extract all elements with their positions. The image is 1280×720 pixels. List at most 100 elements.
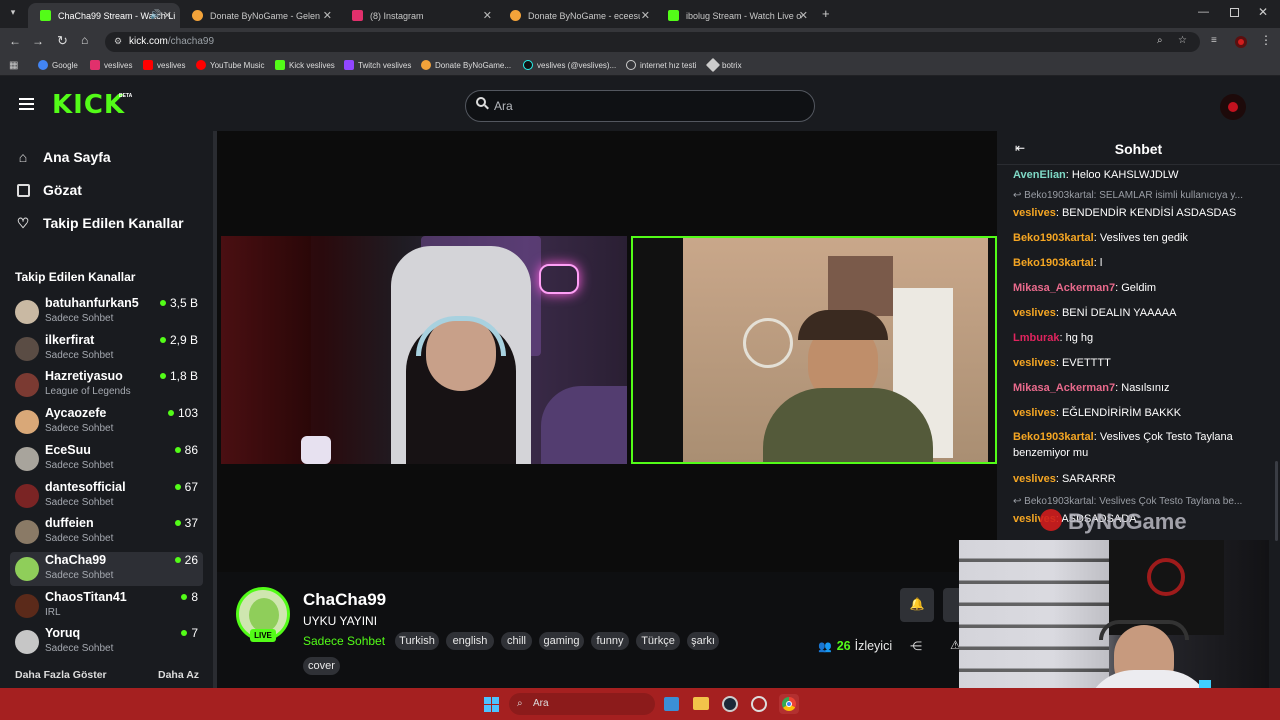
profile-avatar[interactable]: [1235, 36, 1247, 48]
nav-browse[interactable]: Gözat: [15, 179, 82, 201]
nav-home[interactable]: ⌂ Ana Sayfa: [15, 146, 111, 168]
bookmark-twitch-veslives[interactable]: Twitch veslives: [344, 60, 411, 70]
zoom-icon[interactable]: ⌕: [1157, 35, 1163, 46]
bookmark-kick-veslives[interactable]: Kick veslives: [275, 60, 335, 70]
app-icon[interactable]: [751, 696, 767, 712]
tab-donate-eceesu[interactable]: Donate ByNoGame - eceesu De ✕: [498, 3, 658, 28]
audio-icon[interactable]: 🔊: [150, 9, 161, 20]
notification-bell-button[interactable]: 🔔: [900, 588, 934, 622]
close-tab-icon[interactable]: ✕: [323, 9, 332, 22]
bookmark-instagram-veslives[interactable]: veslives: [90, 60, 132, 70]
kick-logo[interactable]: KICK: [52, 92, 125, 118]
windows-start-icon[interactable]: [484, 697, 499, 712]
chat-username[interactable]: Mikasa_Ackerman7: [1013, 282, 1115, 294]
chat-username[interactable]: veslives: [1013, 473, 1056, 485]
tab-instagram[interactable]: (8) Instagram ✕: [340, 3, 500, 28]
sidebar-channel-ilkerfirat[interactable]: ilkerfirat Sadece Sohbet 2,9 B: [10, 332, 203, 366]
tag-6[interactable]: şarkı: [687, 632, 719, 650]
chat-reply-preview[interactable]: ↩ Beko1903kartal: Veslives Çok Testo Tay…: [1013, 496, 1275, 507]
tab-ibolug[interactable]: ibolug Stream - Watch Live on ✕: [656, 3, 816, 28]
show-more-button[interactable]: Daha Fazla Göster: [15, 669, 107, 681]
chat-username[interactable]: Mikasa_Ackerman7: [1013, 382, 1115, 394]
tab-search-button[interactable]: ▾: [6, 7, 20, 21]
tag-4[interactable]: funny: [591, 632, 629, 650]
tag-3[interactable]: gaming: [539, 632, 584, 650]
reload-icon[interactable]: ↻: [57, 33, 68, 49]
sidebar-channel-batuhanfurkan5[interactable]: batuhanfurkan5 Sadece Sohbet 3,5 B: [10, 295, 203, 329]
chat-username[interactable]: Lmburak: [1013, 332, 1059, 344]
channel-name[interactable]: ChaCha99: [303, 590, 386, 610]
taskbar-search[interactable]: ⌕ Ara: [509, 693, 655, 715]
live-dot-icon: [159, 300, 166, 306]
close-tab-icon[interactable]: ✕: [483, 9, 492, 22]
bookmark-tiktok-veslives[interactable]: veslives (@veslives)...: [523, 60, 616, 70]
url-bar[interactable]: ⚙ kick.com/chacha99 ⌕ ☆: [105, 32, 1200, 52]
live-dot-icon: [159, 336, 166, 343]
sidebar-channel-aycaozefe[interactable]: Aycaozefe Sadece Sohbet 103: [10, 405, 203, 439]
tab-kick-chacha99[interactable]: ChaCha99 Stream - Watch Li 🔊 ✕: [28, 3, 180, 28]
chat-username[interactable]: veslives: [1013, 357, 1056, 369]
chat-username[interactable]: veslives: [1013, 307, 1056, 319]
close-tab-icon[interactable]: ✕: [799, 9, 808, 22]
sidebar-channel-ecesuu[interactable]: EceSuu Sadece Sohbet 86: [10, 442, 203, 476]
apps-grid-icon[interactable]: ▦: [9, 60, 18, 71]
browser-menu-icon[interactable]: ⋮: [1260, 33, 1272, 47]
sidebar-channel-chacha99[interactable]: ChaCha99 Sadece Sohbet 26: [10, 551, 203, 586]
chat-message: veslives: BENDENDİR KENDİSİ ASDASDAS: [1013, 205, 1275, 221]
sidebar-channel-duffeien[interactable]: duffeien Sadece Sohbet 37: [10, 515, 203, 549]
sidebar-channel-chaostitan41[interactable]: ChaosTitan41 IRL 8: [10, 589, 203, 623]
bookmark-google[interactable]: Google: [38, 60, 78, 70]
viewer-count: 1,8 B: [169, 369, 198, 384]
bookmark-youtube-music[interactable]: YouTube Music: [196, 60, 265, 70]
channel-category: Sadece Sohbet: [45, 313, 114, 324]
minimize-icon[interactable]: —: [1198, 6, 1209, 18]
bookmark-star-icon[interactable]: ☆: [1178, 35, 1187, 46]
chrome-icon[interactable]: [779, 694, 799, 714]
bookmark-donate-bynogame[interactable]: Donate ByNoGame...: [421, 60, 511, 70]
close-tab-icon[interactable]: ✕: [163, 9, 172, 22]
tag-7[interactable]: cover: [303, 657, 340, 675]
chat-scrollbar[interactable]: [1275, 461, 1278, 541]
chat-username[interactable]: veslives: [1013, 207, 1056, 219]
tab-donate-bynogame[interactable]: Donate ByNoGame - Gelen/Gi ✕: [180, 3, 340, 28]
home-browser-icon[interactable]: ⌂: [81, 33, 88, 47]
bookmark-speed-test[interactable]: internet hız testi: [626, 60, 696, 70]
widgets-icon[interactable]: [664, 697, 679, 711]
user-avatar[interactable]: [1220, 94, 1246, 120]
chat-username[interactable]: Beko1903kartal: [1013, 431, 1094, 443]
nav-following[interactable]: ♡ Takip Edilen Kanallar: [15, 212, 184, 234]
new-tab-button[interactable]: +: [822, 6, 830, 21]
site-info-icon[interactable]: ⚙: [114, 36, 122, 47]
chat-username[interactable]: AvenElian: [1013, 169, 1066, 181]
forward-icon[interactable]: →: [32, 34, 44, 48]
show-less-button[interactable]: Daha Az: [158, 669, 199, 681]
chat-username[interactable]: veslives: [1013, 407, 1056, 419]
media-control-icon[interactable]: ≡: [1211, 35, 1217, 46]
bookmark-botrix[interactable]: botrix: [705, 57, 742, 73]
bookmark-youtube-veslives[interactable]: veslives: [143, 60, 185, 70]
tag-2[interactable]: chill: [501, 632, 532, 650]
chat-username[interactable]: Beko1903kartal: [1013, 257, 1094, 269]
sidebar-channel-dantesofficial[interactable]: dantesofficial Sadece Sohbet 67: [10, 479, 203, 513]
tag-0[interactable]: Turkish: [395, 632, 439, 650]
sidebar-channel-hazretiyasuo[interactable]: Hazretiyasuo League of Legends 1,8 B: [10, 368, 203, 402]
chat-username[interactable]: Beko1903kartal: [1013, 232, 1094, 244]
restore-icon[interactable]: [1230, 8, 1239, 17]
file-explorer-icon[interactable]: [693, 697, 709, 710]
sidebar-channel-yoruq[interactable]: Yoruq Sadece Sohbet 7: [10, 625, 203, 659]
channel-name: Yoruq: [45, 626, 81, 641]
stream-category[interactable]: Sadece Sohbet: [303, 634, 385, 648]
video-player[interactable]: [217, 131, 997, 572]
close-window-icon[interactable]: ✕: [1258, 5, 1268, 19]
back-icon[interactable]: ←: [9, 34, 21, 48]
search-input[interactable]: Ara: [465, 90, 815, 122]
tag-1[interactable]: english: [446, 632, 494, 650]
share-icon[interactable]: ⋲: [910, 639, 922, 653]
speedometer-icon: [626, 60, 636, 70]
steam-icon[interactable]: [722, 696, 738, 712]
hamburger-menu-icon[interactable]: [19, 98, 34, 110]
tag-5[interactable]: Türkçe: [636, 632, 680, 650]
chat-reply-preview[interactable]: ↩ Beko1903kartal: SELAMLAR isimli kullan…: [1013, 190, 1275, 201]
close-tab-icon[interactable]: ✕: [641, 9, 650, 22]
channel-viewers: 7: [181, 626, 198, 640]
